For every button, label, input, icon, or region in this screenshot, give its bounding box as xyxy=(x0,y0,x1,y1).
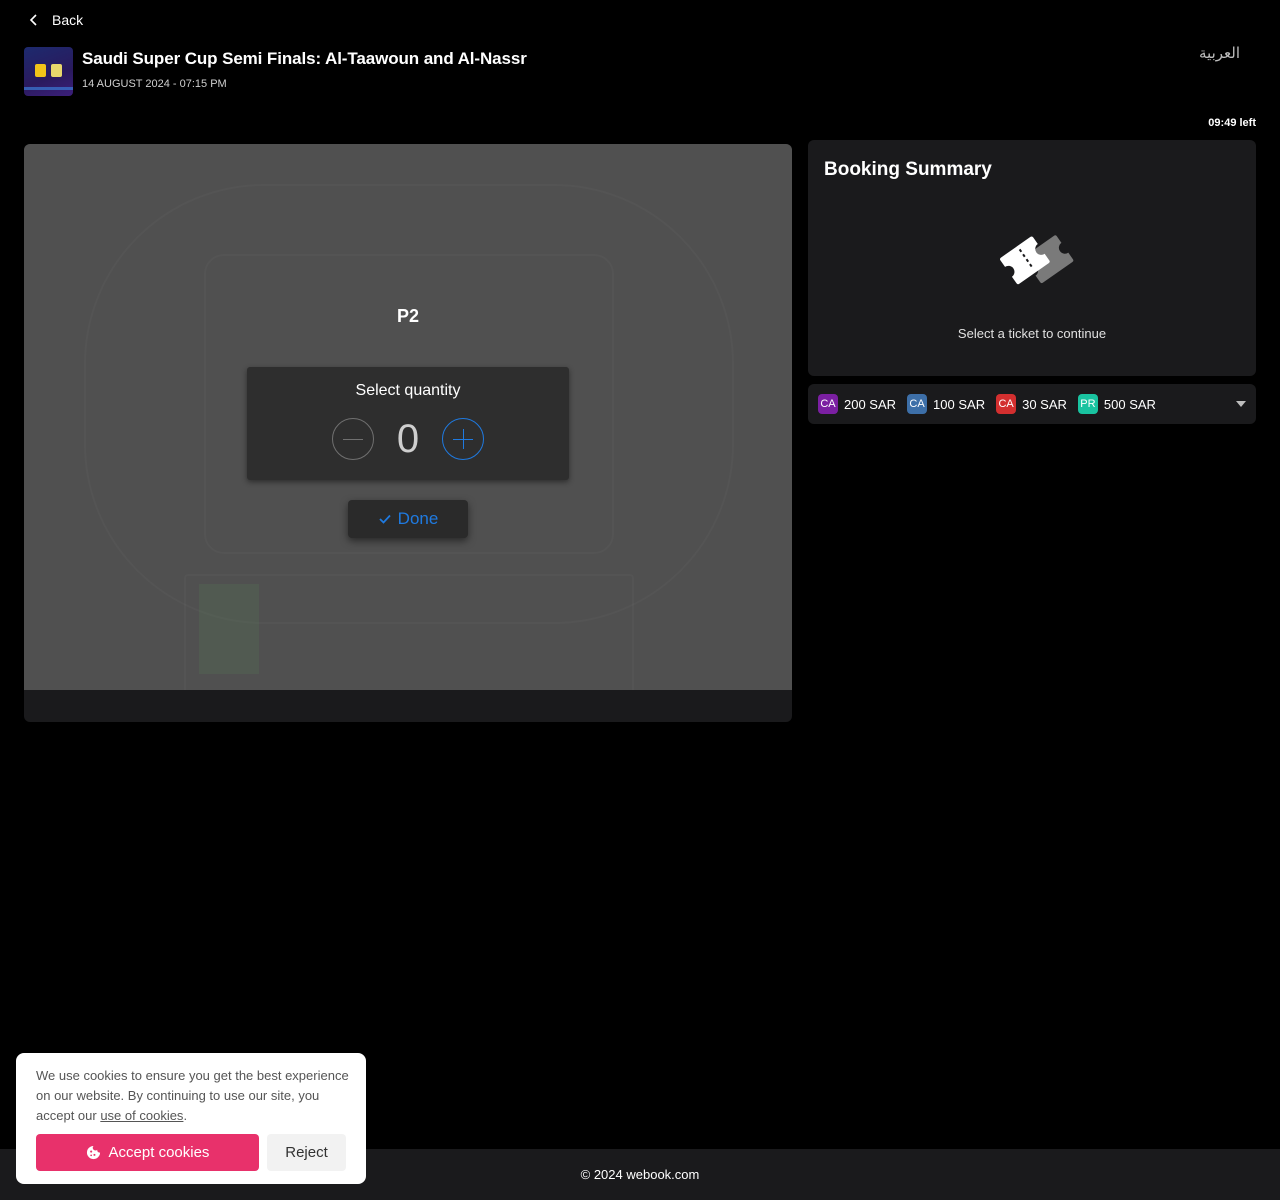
chevron-left-icon xyxy=(29,14,37,26)
session-timer: 09:49 left xyxy=(1208,117,1256,129)
copyright-text: © 2024 webook.com xyxy=(580,1167,700,1182)
booking-summary-title: Booking Summary xyxy=(824,159,992,180)
increase-quantity-button[interactable] xyxy=(442,418,484,460)
category-badge: CA xyxy=(818,394,838,414)
event-title: Saudi Super Cup Semi Finals: Al-Taawoun … xyxy=(82,49,527,68)
category-badge: CA xyxy=(907,394,928,414)
price-legend[interactable]: CA 200 SAR CA 100 SAR CA 30 SAR PR 500 S… xyxy=(808,384,1256,424)
event-thumbnail xyxy=(24,47,73,96)
event-header: Saudi Super Cup Semi Finals: Al-Taawoun … xyxy=(24,47,527,96)
back-link[interactable]: Back xyxy=(28,12,83,28)
back-label: Back xyxy=(52,12,84,28)
event-date: 14 AUGUST 2024 - 07:15 PM xyxy=(82,78,227,90)
done-label: Done xyxy=(397,509,439,528)
legend-item: CA 100 SAR xyxy=(907,394,985,414)
seat-map[interactable]: P2 Select quantity 0 Done xyxy=(24,144,792,690)
cookie-text-body: We use cookies to ensure you get the bes… xyxy=(36,1068,349,1123)
category-badge: PR xyxy=(1077,394,1098,414)
reject-cookies-button[interactable]: Reject xyxy=(267,1134,346,1171)
accept-cookies-label: Accept cookies xyxy=(108,1144,210,1161)
tickets-icon xyxy=(1000,235,1074,285)
cookie-policy-link[interactable]: use of cookies xyxy=(100,1108,183,1123)
legend-price: 100 SAR xyxy=(933,396,986,412)
cookie-text-end: . xyxy=(183,1108,188,1123)
cookie-icon xyxy=(86,1145,100,1160)
section-label: P2 xyxy=(397,306,420,326)
category-badge: CA xyxy=(996,394,1017,414)
seat-map-panel: P2 Select quantity 0 Done xyxy=(24,144,792,722)
legend-item: CA 30 SAR xyxy=(996,394,1067,414)
decrease-quantity-button[interactable] xyxy=(332,418,374,460)
legend-price: 200 SAR xyxy=(844,396,897,412)
accept-cookies-button[interactable]: Accept cookies xyxy=(36,1134,259,1171)
quantity-title: Select quantity xyxy=(355,382,461,399)
language-switch[interactable]: العربية xyxy=(1199,44,1240,62)
caret-down-icon[interactable] xyxy=(1236,401,1246,407)
quantity-value: 0 xyxy=(396,417,420,461)
legend-price: 500 SAR xyxy=(1103,396,1156,412)
booking-summary-panel: Booking Summary Select a ticket to conti… xyxy=(808,140,1256,376)
booking-summary-empty-text: Select a ticket to continue xyxy=(957,326,1107,341)
check-icon xyxy=(379,514,391,524)
cookie-text: We use cookies to ensure you get the bes… xyxy=(36,1066,351,1126)
legend-price: 30 SAR xyxy=(1022,396,1067,412)
legend-item: CA 200 SAR xyxy=(818,394,896,414)
legend-item: PR 500 SAR xyxy=(1077,394,1156,414)
done-button[interactable]: Done xyxy=(348,500,468,538)
quantity-popup: Select quantity 0 xyxy=(247,367,569,480)
cookie-banner: We use cookies to ensure you get the bes… xyxy=(16,1053,366,1184)
